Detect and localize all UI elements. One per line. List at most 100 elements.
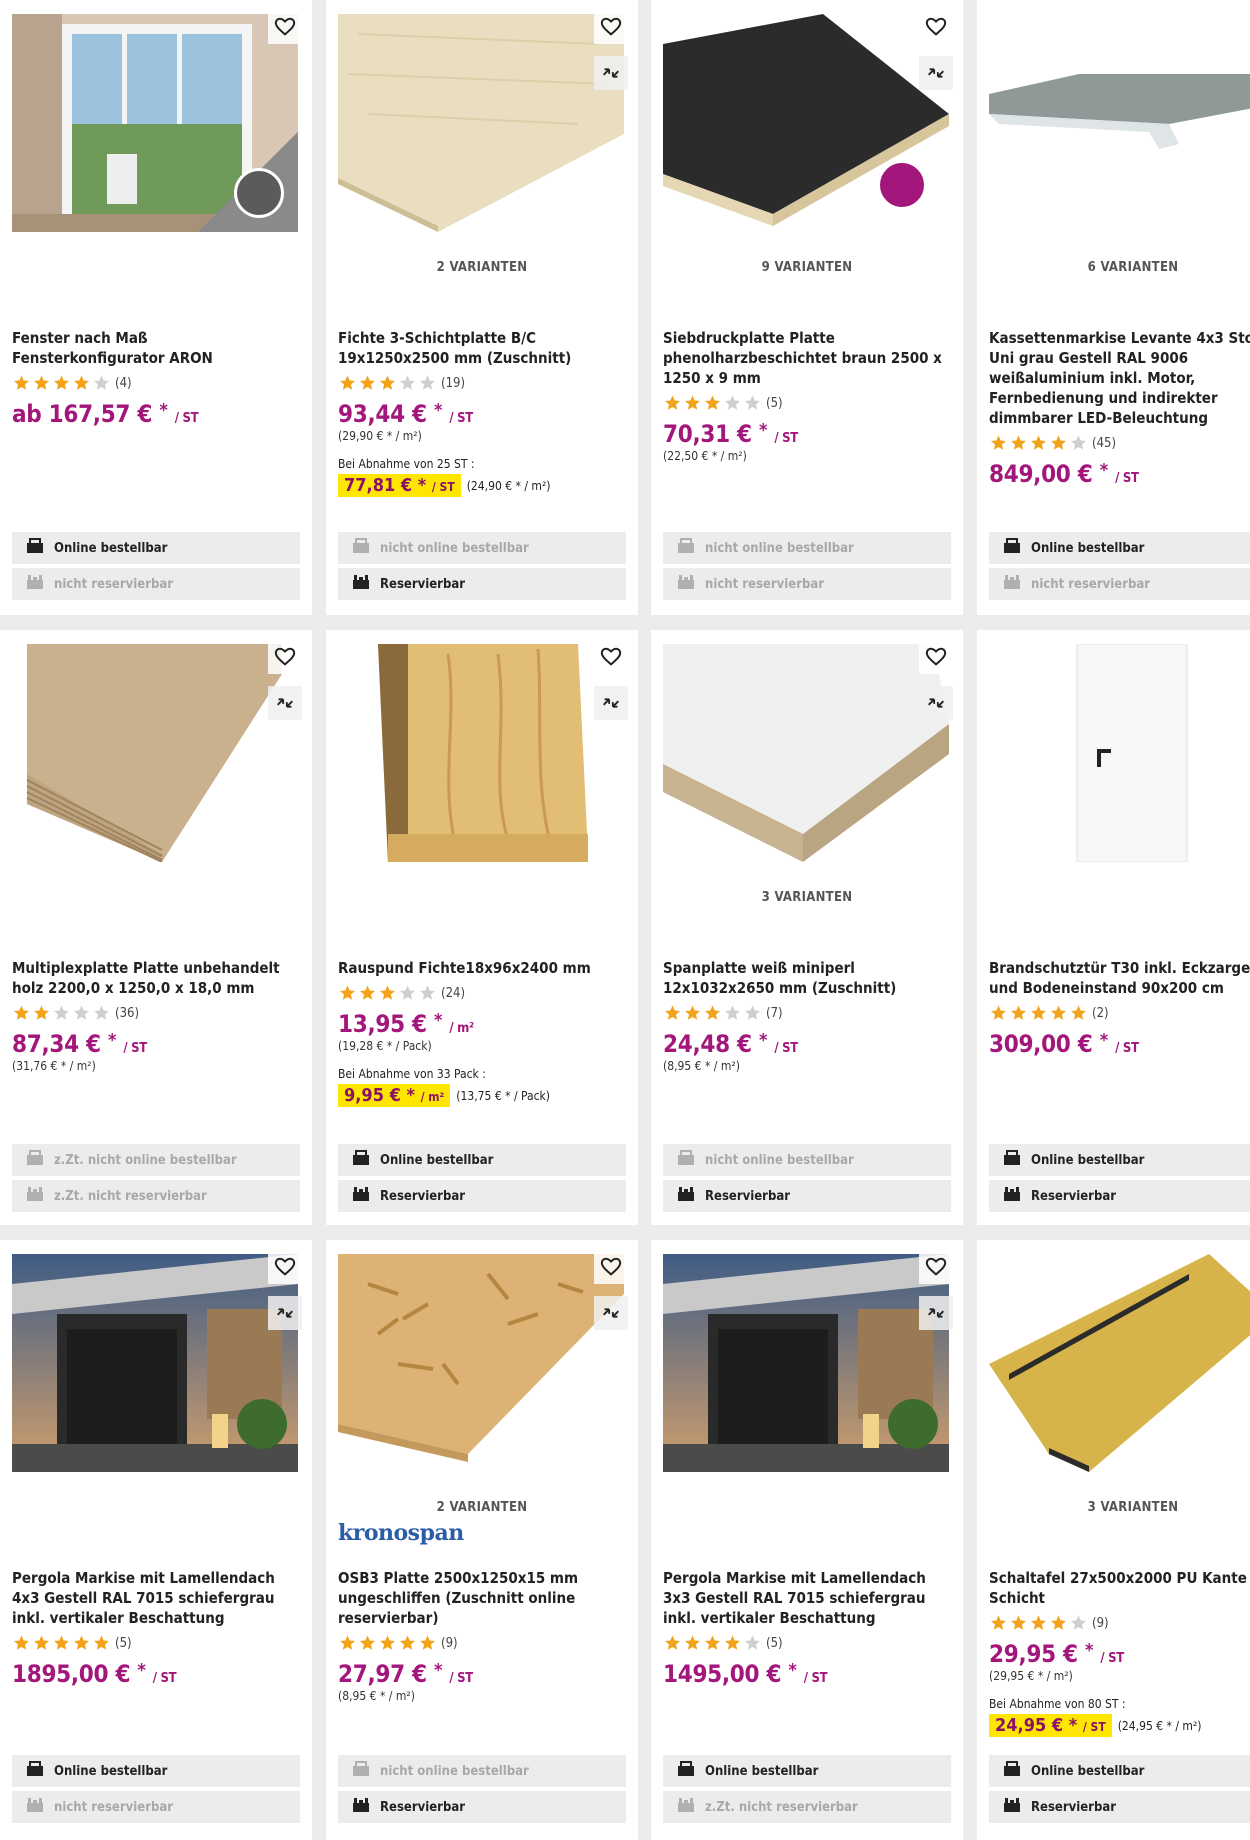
compare-icon[interactable]: [919, 1296, 953, 1330]
product-title[interactable]: Pergola Markise mit Lamellendach 3x3 Ges…: [663, 1568, 955, 1628]
product-title[interactable]: Brandschutztür T30 inkl. Eckzarge und Bo…: [989, 958, 1250, 998]
compare-icon[interactable]: [919, 686, 953, 720]
compare-icon[interactable]: [268, 686, 302, 720]
rating[interactable]: (4): [12, 374, 304, 392]
product-title[interactable]: OSB3 Platte 2500x1250x15 mm ungeschliffe…: [338, 1568, 630, 1628]
heart-icon[interactable]: [919, 640, 953, 674]
product-image[interactable]: [663, 14, 949, 232]
product-title[interactable]: Kassettenmarkise Levante 4x3 Stoff Uni g…: [989, 328, 1250, 428]
store-icon: [677, 574, 695, 594]
review-count: (4): [115, 375, 132, 391]
reserve-status[interactable]: Reservierbar: [338, 1791, 626, 1823]
variant-count[interactable]: 2 VARIANTEN: [326, 260, 638, 275]
rating[interactable]: (5): [12, 1634, 304, 1652]
product-title[interactable]: Schaltafel 27x500x2000 PU Kante 3-Schich…: [989, 1568, 1250, 1608]
product-card[interactable]: Rauspund Fichte18x96x2400 mm (24) 13,95 …: [326, 630, 638, 1225]
variant-count[interactable]: 3 VARIANTEN: [977, 1500, 1250, 1515]
product-title[interactable]: Fichte 3-Schichtplatte B/C 19x1250x2500 …: [338, 328, 630, 368]
product-card[interactable]: Fenster nach Maß Fensterkonfigurator ARO…: [0, 0, 312, 615]
variant-count[interactable]: 2 VARIANTEN: [326, 1500, 638, 1515]
product-card[interactable]: 6 VARIANTEN Kassettenmarkise Levante 4x3…: [977, 0, 1250, 615]
product-card[interactable]: 3 VARIANTEN Spanplatte weiß miniperl 12x…: [651, 630, 963, 1225]
product-card[interactable]: 2 VARIANTEN Fichte 3-Schichtplatte B/C 1…: [326, 0, 638, 615]
rating[interactable]: (24): [338, 984, 630, 1002]
rating[interactable]: (45): [989, 434, 1250, 452]
product-card[interactable]: 9 VARIANTEN Siebdruckplatte Platte pheno…: [651, 0, 963, 615]
online-order-status: nicht online bestellbar: [663, 532, 951, 564]
product-image[interactable]: [12, 1254, 298, 1472]
heart-icon[interactable]: [919, 10, 953, 44]
reserve-status[interactable]: Reservierbar: [989, 1180, 1250, 1212]
rating[interactable]: (9): [338, 1634, 630, 1652]
product-price: 309,00 € * / ST: [989, 1030, 1139, 1058]
product-image[interactable]: [989, 14, 1250, 232]
cart-icon: [352, 1761, 370, 1781]
compare-icon[interactable]: [594, 1296, 628, 1330]
rating[interactable]: (36): [12, 1004, 304, 1022]
reserve-status: nicht reservierbar: [12, 568, 300, 600]
rating[interactable]: (5): [663, 1634, 955, 1652]
variant-count[interactable]: 3 VARIANTEN: [651, 890, 963, 905]
product-title[interactable]: Multiplexplatte Platte unbehandelt holz …: [12, 958, 304, 998]
product-price: 70,31 € * / ST: [663, 420, 798, 448]
heart-icon[interactable]: [1245, 1250, 1250, 1284]
product-image[interactable]: [663, 1254, 949, 1472]
rating[interactable]: (7): [663, 1004, 955, 1022]
online-order-status: Online bestellbar: [12, 532, 300, 564]
product-card[interactable]: 2 VARIANTEN kronospan OSB3 Platte 2500x1…: [326, 1240, 638, 1840]
online-order-status: nicht online bestellbar: [338, 1755, 626, 1787]
heart-icon[interactable]: [268, 640, 302, 674]
store-icon: [26, 1186, 44, 1206]
product-image[interactable]: [12, 14, 298, 232]
rating[interactable]: (19): [338, 374, 630, 392]
unit-price: (8,95 € * / m²): [663, 1059, 740, 1073]
heart-icon[interactable]: [594, 640, 628, 674]
heart-icon[interactable]: [594, 10, 628, 44]
product-card[interactable]: Brandschutztür T30 inkl. Eckzarge und Bo…: [977, 630, 1250, 1225]
store-icon: [352, 1186, 370, 1206]
configurator-badge-icon: [198, 132, 298, 232]
compare-icon[interactable]: [268, 1296, 302, 1330]
product-title[interactable]: Fenster nach Maß Fensterkonfigurator ARO…: [12, 328, 304, 368]
product-image[interactable]: [338, 14, 624, 232]
product-grid: Fenster nach Maß Fensterkonfigurator ARO…: [0, 0, 1250, 1840]
heart-icon[interactable]: [1245, 10, 1250, 44]
compare-icon[interactable]: [594, 686, 628, 720]
cart-icon: [1003, 1761, 1021, 1781]
product-image[interactable]: [338, 644, 624, 862]
review-count: (5): [766, 395, 783, 411]
variant-count[interactable]: 6 VARIANTEN: [977, 260, 1250, 275]
variant-count[interactable]: 9 VARIANTEN: [651, 260, 963, 275]
product-image[interactable]: [663, 644, 949, 862]
rating[interactable]: (9): [989, 1614, 1250, 1632]
heart-icon[interactable]: [919, 1250, 953, 1284]
product-card[interactable]: Multiplexplatte Platte unbehandelt holz …: [0, 630, 312, 1225]
product-title[interactable]: Spanplatte weiß miniperl 12x1032x2650 mm…: [663, 958, 955, 998]
rating[interactable]: (2): [989, 1004, 1250, 1022]
product-image[interactable]: [989, 1254, 1250, 1472]
product-title[interactable]: Pergola Markise mit Lamellendach 4x3 Ges…: [12, 1568, 304, 1628]
reserve-status[interactable]: Reservierbar: [338, 568, 626, 600]
heart-icon[interactable]: [268, 10, 302, 44]
heart-icon[interactable]: [268, 1250, 302, 1284]
product-card[interactable]: Pergola Markise mit Lamellendach 4x3 Ges…: [0, 1240, 312, 1840]
product-image[interactable]: [12, 644, 298, 862]
online-order-status: Online bestellbar: [989, 1144, 1250, 1176]
product-price: 87,34 € * / ST: [12, 1030, 147, 1058]
product-title[interactable]: Siebdruckplatte Platte phenolharzbeschic…: [663, 328, 955, 388]
heart-icon[interactable]: [1245, 640, 1250, 674]
compare-icon[interactable]: [594, 56, 628, 90]
compare-icon[interactable]: [919, 56, 953, 90]
product-image[interactable]: [989, 644, 1250, 862]
product-card[interactable]: Pergola Markise mit Lamellendach 3x3 Ges…: [651, 1240, 963, 1840]
reserve-status[interactable]: Reservierbar: [663, 1180, 951, 1212]
heart-icon[interactable]: [594, 1250, 628, 1284]
reserve-status[interactable]: Reservierbar: [989, 1791, 1250, 1823]
product-title[interactable]: Rauspund Fichte18x96x2400 mm: [338, 958, 630, 978]
rating[interactable]: (5): [663, 394, 955, 412]
product-card[interactable]: 3 VARIANTEN Schaltafel 27x500x2000 PU Ka…: [977, 1240, 1250, 1840]
star-rating-icon: [663, 1634, 762, 1652]
product-image[interactable]: [338, 1254, 624, 1472]
brand-logo: kronospan: [338, 1520, 464, 1546]
reserve-status[interactable]: Reservierbar: [338, 1180, 626, 1212]
